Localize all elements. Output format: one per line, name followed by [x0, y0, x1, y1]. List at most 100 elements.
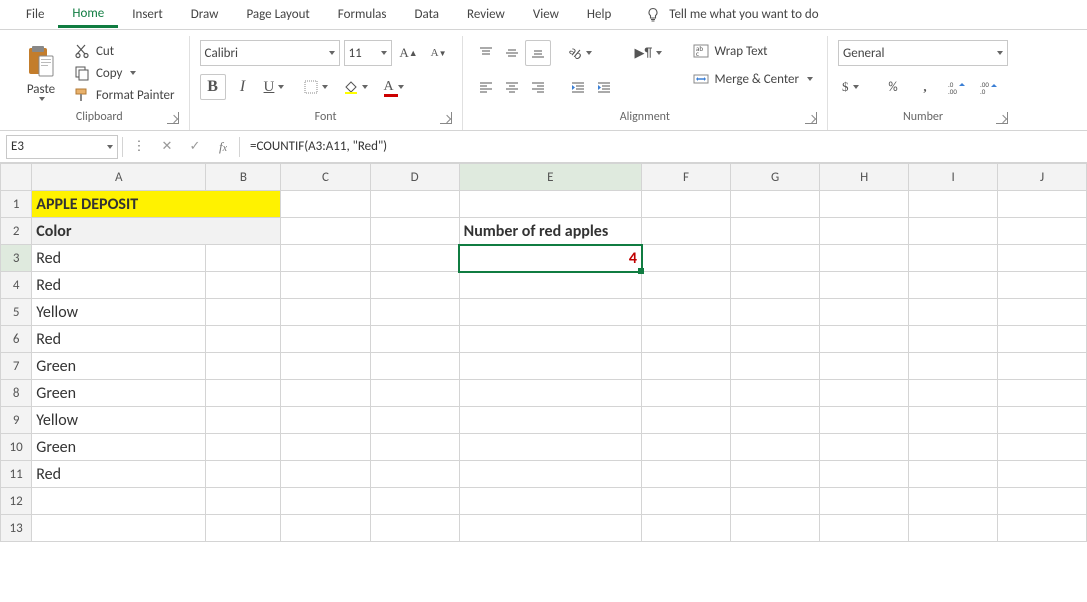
cell[interactable]: [998, 353, 1087, 380]
col-header-E[interactable]: E: [459, 164, 641, 191]
row-header-9[interactable]: 9: [1, 407, 32, 434]
cell[interactable]: [998, 380, 1087, 407]
cell[interactable]: [206, 488, 281, 515]
row-header-1[interactable]: 1: [1, 191, 32, 218]
cell-A9[interactable]: Yellow: [32, 407, 206, 434]
cell[interactable]: [370, 191, 459, 218]
cell[interactable]: [998, 191, 1087, 218]
italic-button[interactable]: I: [230, 74, 256, 100]
cell[interactable]: [459, 353, 641, 380]
cell[interactable]: [820, 191, 909, 218]
cut-button[interactable]: Cut: [70, 40, 179, 62]
row-header-12[interactable]: 12: [1, 488, 32, 515]
cell[interactable]: [998, 326, 1087, 353]
fill-color-button[interactable]: [340, 74, 376, 100]
cell[interactable]: [642, 380, 731, 407]
cell[interactable]: [909, 380, 998, 407]
cell[interactable]: [730, 191, 819, 218]
tab-page-layout[interactable]: Page Layout: [232, 3, 323, 26]
cell[interactable]: [370, 272, 459, 299]
cell[interactable]: [206, 434, 281, 461]
increase-decimal-button[interactable]: .0.00: [944, 74, 970, 100]
formula-enter-button[interactable]: ✓: [181, 139, 209, 154]
cell[interactable]: [820, 407, 909, 434]
col-header-D[interactable]: D: [370, 164, 459, 191]
tab-draw[interactable]: Draw: [177, 3, 233, 26]
cell[interactable]: [281, 191, 370, 218]
comma-button[interactable]: ,: [912, 74, 938, 100]
col-header-J[interactable]: J: [998, 164, 1087, 191]
cell[interactable]: [820, 272, 909, 299]
tab-insert[interactable]: Insert: [118, 3, 177, 26]
cell[interactable]: [730, 515, 819, 542]
align-top-button[interactable]: [473, 40, 499, 66]
tab-home[interactable]: Home: [58, 2, 118, 28]
col-header-F[interactable]: F: [642, 164, 731, 191]
cell[interactable]: [206, 245, 281, 272]
cell[interactable]: [998, 218, 1087, 245]
row-header-4[interactable]: 4: [1, 272, 32, 299]
format-painter-button[interactable]: Format Painter: [70, 84, 179, 106]
col-header-H[interactable]: H: [820, 164, 909, 191]
cell-A8[interactable]: Green: [32, 380, 206, 407]
row-header-10[interactable]: 10: [1, 434, 32, 461]
cell[interactable]: [206, 299, 281, 326]
formula-expand-button[interactable]: ⋮: [125, 139, 153, 154]
cell[interactable]: [998, 407, 1087, 434]
col-header-I[interactable]: I: [909, 164, 998, 191]
paste-button[interactable]: Paste: [20, 40, 62, 105]
cell[interactable]: [998, 461, 1087, 488]
cell[interactable]: [32, 515, 206, 542]
cell[interactable]: [820, 515, 909, 542]
cell[interactable]: [642, 488, 731, 515]
cell[interactable]: [370, 245, 459, 272]
cell[interactable]: [730, 218, 819, 245]
cell[interactable]: [642, 245, 731, 272]
col-header-C[interactable]: C: [281, 164, 370, 191]
decrease-indent-button[interactable]: [565, 74, 591, 100]
cell[interactable]: [281, 272, 370, 299]
tab-help[interactable]: Help: [573, 3, 625, 26]
cell[interactable]: [820, 461, 909, 488]
cell[interactable]: [281, 245, 370, 272]
cell[interactable]: [206, 353, 281, 380]
cell[interactable]: [820, 245, 909, 272]
cell[interactable]: [642, 461, 731, 488]
cell-A5[interactable]: Yellow: [32, 299, 206, 326]
cell[interactable]: [281, 299, 370, 326]
row-header-11[interactable]: 11: [1, 461, 32, 488]
cell[interactable]: [281, 461, 370, 488]
cell[interactable]: [459, 407, 641, 434]
tab-view[interactable]: View: [519, 3, 573, 26]
cell[interactable]: [909, 218, 998, 245]
cell[interactable]: [909, 434, 998, 461]
cell[interactable]: [281, 434, 370, 461]
font-color-button[interactable]: A: [380, 74, 416, 100]
cell[interactable]: [642, 434, 731, 461]
col-header-G[interactable]: G: [730, 164, 819, 191]
formula-cancel-button[interactable]: ✕: [153, 139, 181, 154]
cell[interactable]: [370, 488, 459, 515]
cell[interactable]: [998, 515, 1087, 542]
cell[interactable]: [730, 299, 819, 326]
align-center-button[interactable]: [499, 74, 525, 100]
cell[interactable]: [730, 326, 819, 353]
merge-center-button[interactable]: Merge & Center: [689, 68, 818, 90]
cell[interactable]: [370, 380, 459, 407]
cell[interactable]: [909, 407, 998, 434]
cell[interactable]: [459, 272, 641, 299]
cell[interactable]: [998, 299, 1087, 326]
cell[interactable]: [459, 326, 641, 353]
tell-me[interactable]: Tell me what you want to do: [645, 7, 818, 23]
cell[interactable]: [909, 191, 998, 218]
cell[interactable]: [370, 353, 459, 380]
cell-A2[interactable]: Color: [32, 218, 281, 245]
cell-E2[interactable]: Number of red apples: [459, 218, 641, 245]
cell[interactable]: [998, 245, 1087, 272]
name-box[interactable]: E3: [6, 135, 118, 159]
cell[interactable]: [281, 407, 370, 434]
dialog-launcher-icon[interactable]: [440, 112, 452, 124]
cell[interactable]: [281, 515, 370, 542]
cell[interactable]: [909, 515, 998, 542]
cell[interactable]: [820, 299, 909, 326]
